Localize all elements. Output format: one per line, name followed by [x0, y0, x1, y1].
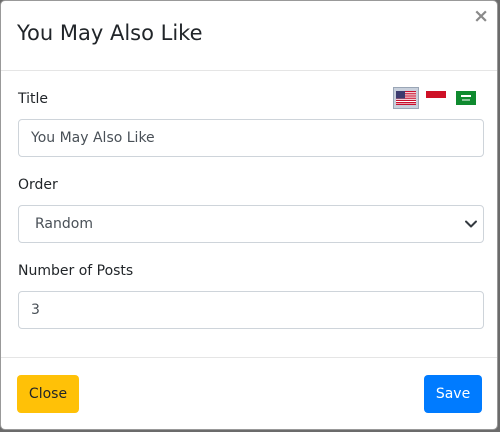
language-switcher: [393, 87, 479, 109]
modal-footer: Close Save: [1, 357, 497, 429]
language-option-arabic[interactable]: [453, 87, 479, 109]
modal-dialog: You May Also Like × Title You May Also L…: [0, 0, 498, 430]
language-option-indonesian[interactable]: [423, 87, 449, 109]
close-icon[interactable]: ×: [473, 7, 489, 26]
title-label: Title: [18, 91, 49, 107]
saudi-flag-icon: [456, 91, 476, 105]
order-select[interactable]: Random: [18, 205, 484, 243]
indonesia-flag-icon: [426, 91, 446, 105]
save-button[interactable]: Save: [424, 375, 482, 413]
us-flag-icon: [396, 91, 416, 105]
posts-input[interactable]: 3: [18, 291, 484, 329]
order-label: Order: [18, 177, 58, 193]
modal-title: You May Also Like: [17, 21, 203, 45]
close-button[interactable]: Close: [17, 375, 79, 413]
title-input[interactable]: You May Also Like: [18, 119, 484, 157]
language-option-english[interactable]: [393, 87, 419, 109]
chevron-down-icon: [465, 220, 477, 228]
posts-label: Number of Posts: [18, 263, 134, 279]
order-selected-value: Random: [35, 216, 93, 232]
modal-header: You May Also Like ×: [1, 1, 497, 71]
